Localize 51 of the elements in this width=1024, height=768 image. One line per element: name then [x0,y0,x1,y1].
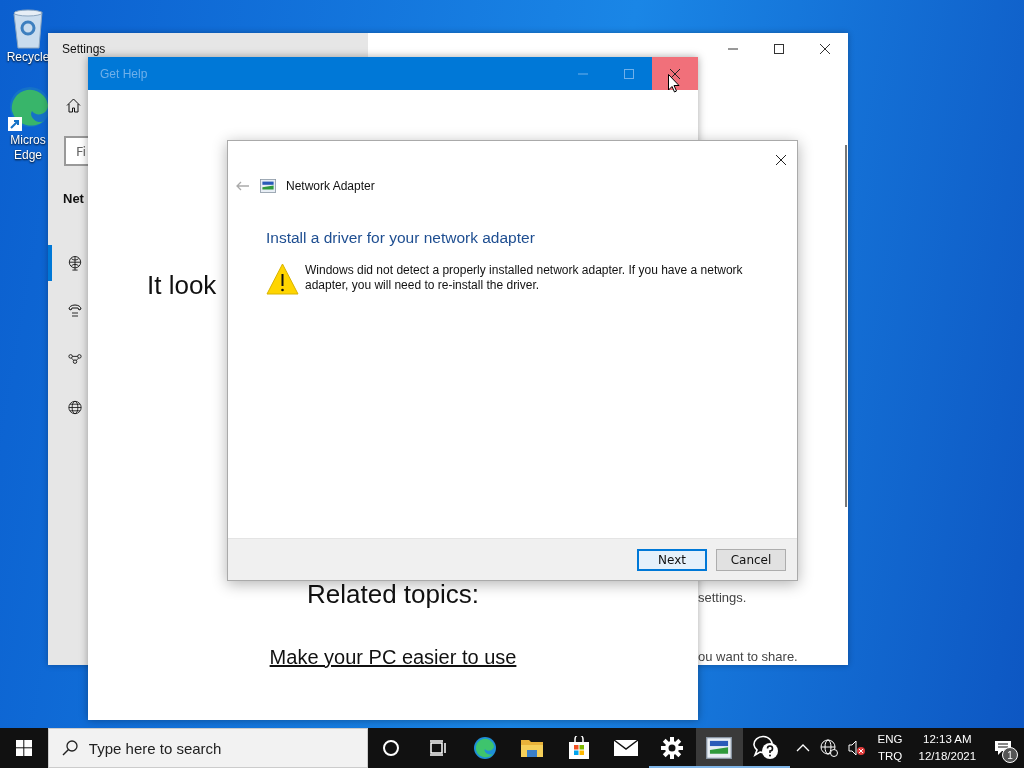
home-icon[interactable] [66,98,81,113]
clock-button[interactable]: 12:13 AM 12/18/2021 [912,731,983,765]
mouse-pointer-icon [668,74,680,93]
wizard-title: Network Adapter [286,179,375,193]
maximize-icon [624,68,634,79]
network-adapter-icon [706,737,733,759]
next-button[interactable]: Next [637,548,707,571]
headline: It look [147,270,217,301]
close-icon [669,67,681,80]
page-heading: Net [63,191,84,206]
close-button[interactable] [652,57,698,90]
desktop-icon-label: Recycle [6,50,50,65]
globe-network-icon[interactable] [817,739,840,757]
network-adapter-icon [260,179,276,193]
desktop-icon-label: Edge [14,148,42,163]
vpn-icon [68,353,82,365]
phone-icon [68,304,82,318]
body-text: settings. [698,590,748,606]
taskbar-search-field[interactable]: Type here to search [47,728,368,768]
edge-shortcut-icon [6,85,50,133]
window-title: Settings [62,42,106,56]
globe-icon [68,398,82,416]
wizard-heading: Install a driver for your network adapter [266,229,536,247]
task-view-icon [429,739,448,757]
notification-count: 1 [1002,747,1019,763]
gear-icon [661,737,684,759]
search-icon [61,740,78,756]
globe-monitor-icon [68,254,82,272]
close-icon [775,153,787,166]
taskbar-app-button[interactable] [695,728,743,768]
cancel-button[interactable]: Cancel [716,548,786,571]
input-language-button[interactable]: ENG TRQ [873,731,907,765]
mail-icon [612,739,639,757]
warning-icon [266,263,299,295]
windows-logo-icon [15,740,32,756]
warning-message: Windows did not detect a properly installed network adapter. If you have a network adapter, you will need to re-install the driver. [305,263,744,294]
close-icon [819,43,831,55]
topic-link[interactable]: Make your PC easier to use [269,646,517,669]
scrollbar[interactable] [845,145,847,507]
body-text: ou want to share. [698,649,799,665]
desktop-icon-label: Micros [10,133,46,148]
section-heading: Related topics: [307,579,479,610]
edge-icon [473,736,497,760]
maximize-icon [774,44,784,54]
speaker-muted-icon[interactable] [845,740,868,756]
cortana-circle-icon [382,739,401,757]
window-title: Get Help [100,66,149,81]
notifications-button[interactable]: 1 [982,728,1024,768]
feedback-hub-icon [752,735,781,761]
folder-icon [519,738,544,758]
store-bag-icon [567,736,590,760]
